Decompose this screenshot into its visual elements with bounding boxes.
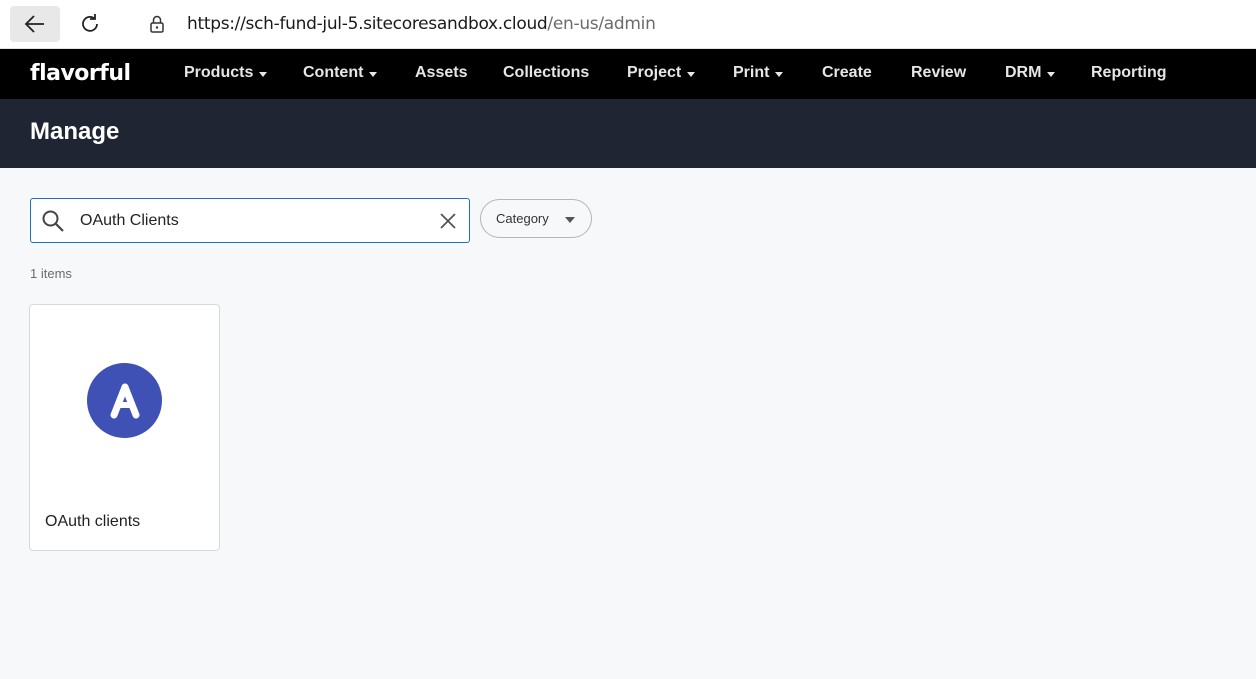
back-button[interactable] bbox=[10, 6, 60, 42]
caret-down-icon bbox=[259, 71, 268, 77]
caret-down-icon bbox=[775, 71, 784, 77]
nav-item-label: Reporting bbox=[1091, 64, 1167, 81]
url-host: https://sch-fund-jul-5.sitecoresandbox.c… bbox=[187, 14, 548, 34]
nav-item-project[interactable]: Project bbox=[627, 64, 696, 82]
browser-toolbar: https://sch-fund-jul-5.sitecoresandbox.c… bbox=[0, 0, 1256, 49]
nav-item-products[interactable]: Products bbox=[184, 64, 268, 82]
nav-item-label: Project bbox=[627, 64, 682, 81]
result-card[interactable]: OAuth clients bbox=[29, 304, 220, 551]
nav-item-label: Assets bbox=[415, 64, 468, 81]
url-text: https://sch-fund-jul-5.sitecoresandbox.c… bbox=[187, 14, 656, 34]
nav-item-label: DRM bbox=[1005, 64, 1042, 81]
nav-item-create[interactable]: Create bbox=[822, 64, 872, 82]
reload-button[interactable] bbox=[72, 6, 108, 42]
nav-item-label: Products bbox=[184, 64, 254, 81]
page-title: Manage bbox=[30, 118, 120, 145]
nav-item-label: Content bbox=[303, 64, 364, 81]
nav-item-label: Create bbox=[822, 64, 872, 81]
nav-item-print[interactable]: Print bbox=[733, 64, 784, 82]
category-label: Category bbox=[496, 211, 549, 226]
address-bar[interactable]: https://sch-fund-jul-5.sitecoresandbox.c… bbox=[125, 5, 1256, 43]
card-label: OAuth clients bbox=[45, 513, 141, 530]
caret-down-icon bbox=[565, 217, 575, 223]
search-box[interactable] bbox=[30, 198, 470, 243]
nav-item-review[interactable]: Review bbox=[911, 64, 966, 82]
nav-item-reporting[interactable]: Reporting bbox=[1091, 64, 1167, 82]
avatar bbox=[87, 363, 162, 438]
nav-item-label: Print bbox=[733, 64, 770, 81]
close-icon[interactable] bbox=[437, 210, 459, 232]
caret-down-icon bbox=[1047, 71, 1056, 77]
caret-down-icon bbox=[687, 71, 696, 77]
nav-item-label: Review bbox=[911, 64, 967, 81]
reload-icon bbox=[82, 14, 98, 32]
caret-down-icon bbox=[369, 71, 378, 77]
nav-item-content[interactable]: Content bbox=[303, 64, 378, 82]
top-navigation: flavorful Products Content Assets Collec… bbox=[0, 49, 1256, 99]
nav-item-assets[interactable]: Assets bbox=[415, 64, 467, 82]
url-path: /en-us/admin bbox=[547, 14, 656, 34]
search-input[interactable] bbox=[80, 209, 420, 233]
letter-a-icon bbox=[110, 383, 139, 418]
lock-icon bbox=[147, 14, 167, 34]
nav-item-drm[interactable]: DRM bbox=[1005, 64, 1056, 82]
nav-item-label: Collections bbox=[503, 64, 590, 81]
items-count: 1 items bbox=[30, 266, 72, 281]
brand-logo[interactable]: flavorful bbox=[30, 61, 131, 86]
page-header: Manage bbox=[0, 99, 1256, 168]
nav-item-collections[interactable]: Collections bbox=[503, 64, 589, 82]
arrow-left-icon bbox=[24, 15, 44, 33]
category-filter-button[interactable]: Category bbox=[480, 199, 592, 238]
search-icon bbox=[42, 210, 64, 232]
